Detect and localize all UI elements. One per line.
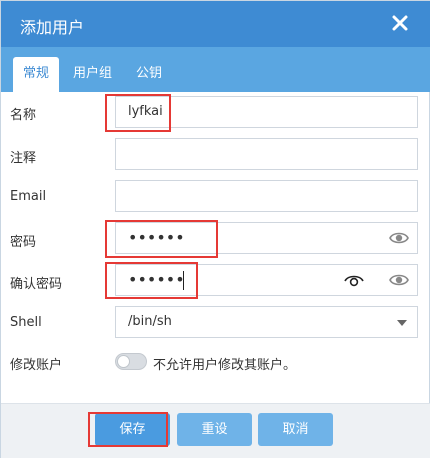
- shell-select[interactable]: /bin/sh: [115, 306, 418, 338]
- confirm-password-value: ••••••: [128, 270, 185, 289]
- confirm-password-label: 确认密码: [10, 277, 63, 292]
- name-input[interactable]: lyfkai: [115, 96, 418, 128]
- confirm-password-input[interactable]: ••••••: [115, 264, 418, 296]
- shell-value: /bin/sh: [128, 314, 172, 329]
- modify-account-description: 不允许用户修改其账户。: [153, 358, 297, 373]
- dialog-titlebar: 添加用户: [1, 1, 430, 47]
- password-visible-icon[interactable]: [344, 272, 364, 288]
- save-button[interactable]: 保存: [95, 413, 170, 446]
- reset-button[interactable]: 重设: [177, 413, 252, 446]
- show-password-icon[interactable]: [389, 230, 409, 246]
- comment-input[interactable]: [115, 138, 418, 170]
- modify-account-label: 修改账户: [10, 358, 63, 373]
- tab-bar: 常规 用户组 公钥: [1, 47, 430, 92]
- name-value: lyfkai: [128, 104, 163, 119]
- tab-user-groups[interactable]: 用户组: [63, 57, 122, 92]
- cancel-button[interactable]: 取消: [258, 413, 333, 446]
- add-user-dialog: 添加用户 常规 用户组 公钥 名称 lyfkai 注释 Email 密码 •••…: [0, 0, 430, 458]
- text-caret: [183, 271, 184, 290]
- show-confirm-password-icon[interactable]: [389, 272, 409, 288]
- password-label: 密码: [10, 235, 37, 250]
- tab-public-key[interactable]: 公钥: [126, 57, 172, 92]
- modify-account-toggle[interactable]: [115, 353, 147, 370]
- comment-label: 注释: [10, 151, 37, 166]
- name-label: 名称: [10, 108, 37, 123]
- toggle-knob: [117, 355, 130, 368]
- chevron-down-icon: [397, 320, 407, 326]
- password-input[interactable]: ••••••: [115, 222, 418, 254]
- email-input[interactable]: [115, 180, 418, 212]
- email-label: Email: [10, 189, 47, 204]
- tab-general[interactable]: 常规: [13, 57, 60, 92]
- password-value: ••••••: [128, 228, 185, 247]
- close-icon[interactable]: [389, 12, 411, 34]
- dialog-footer: 保存 重设 取消: [1, 403, 430, 458]
- dialog-title: 添加用户: [20, 18, 85, 37]
- shell-label: Shell: [10, 315, 42, 330]
